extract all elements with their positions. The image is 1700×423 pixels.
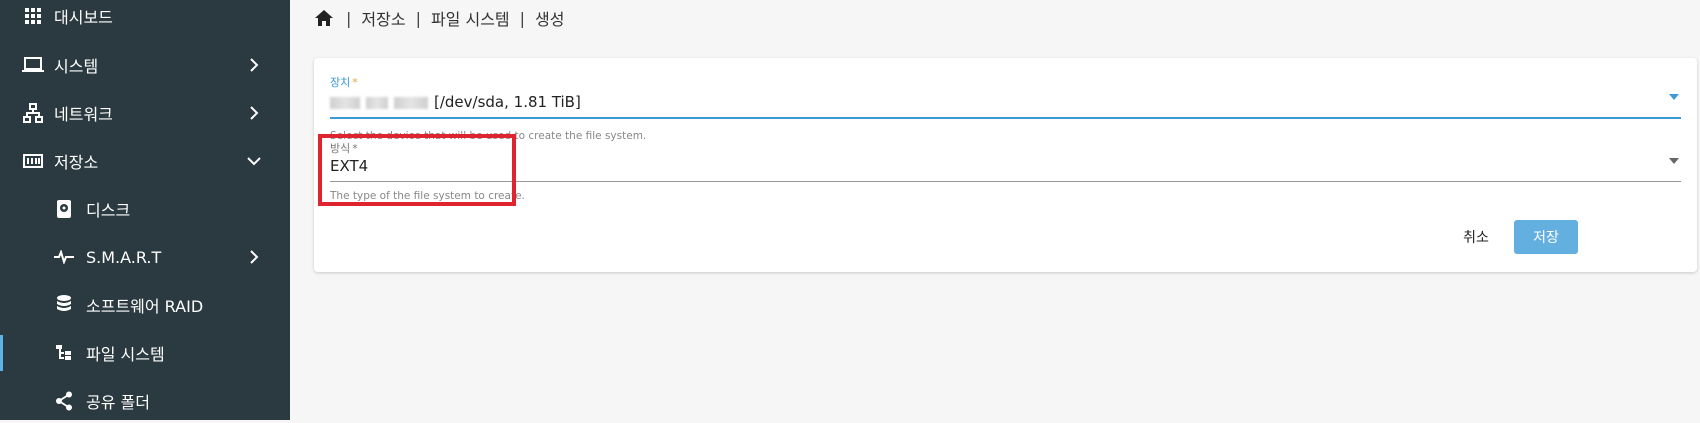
sidebar-item-label: 디스크 [86,201,131,220]
chevron-right-icon [244,55,264,75]
database-icon [53,294,75,316]
sidebar-item-label: 네트워크 [54,105,113,124]
sidebar-item-label: 저장소 [54,153,99,172]
pulse-icon [53,246,75,268]
chevron-right-icon [244,103,264,123]
cancel-button[interactable]: 취소 [1450,220,1502,254]
create-filesystem-form: 장치 * [/dev/sda, 1.81 TiB] Select the devi… [314,58,1697,272]
sidebar-item-storage[interactable]: 저장소 [0,139,290,183]
sidebar-item-disk[interactable]: 디스크 [0,187,290,231]
sidebar-item-label: 소프트웨어 RAID [86,297,204,316]
redacted-text [394,96,428,109]
type-select[interactable]: 방식 * EXT4 The type of the file system to … [330,140,1681,210]
storage-icon [22,150,44,172]
dropdown-caret-icon[interactable] [1669,158,1679,164]
breadcrumb-item-file-system[interactable]: 파일 시스템 [431,6,510,30]
sidebar-item-shared-folder[interactable]: 공유 폴더 [0,379,290,423]
laptop-icon [22,54,44,76]
disk-icon [53,198,75,220]
share-icon [53,390,75,412]
network-icon [22,102,44,124]
device-value: [/dev/sda, 1.81 TiB] [330,93,581,111]
breadcrumb-separator: | [346,8,352,28]
sidebar-item-smart[interactable]: S.M.A.R.T [0,235,290,279]
sidebar: 대시보드 시스템 네트워크 저장소 디스크 S.M.A.R.T 소프트웨어 RA… [0,0,290,420]
main-content: | 저장소 | 파일 시스템 | 생성 장치 * [/dev/sda, 1.81 … [290,0,1700,420]
chevron-right-icon [244,247,264,267]
device-select[interactable]: 장치 * [/dev/sda, 1.81 TiB] Select the devi… [330,74,1681,144]
save-button[interactable]: 저장 [1514,220,1578,254]
device-underline [330,117,1681,119]
breadcrumb-item-storage[interactable]: 저장소 [361,6,405,30]
dropdown-caret-icon[interactable] [1669,94,1679,100]
redacted-text [366,96,388,109]
breadcrumb-separator: | [519,8,526,28]
breadcrumb-item-create: 생성 [535,10,565,29]
annotation-highlight-box [318,134,516,206]
sidebar-item-label: S.M.A.R.T [86,247,162,267]
device-label: 장치 * [330,76,358,89]
type-underline [330,181,1681,182]
sidebar-item-label: 공유 폴더 [86,393,150,412]
sidebar-item-dashboard[interactable]: 대시보드 [0,0,290,38]
sidebar-item-label: 파일 시스템 [86,345,165,364]
sidebar-item-network[interactable]: 네트워크 [0,91,290,135]
breadcrumb-separator: | [415,8,421,28]
chevron-down-icon [244,151,264,171]
tree-icon [53,342,75,364]
breadcrumb: | 저장소 | 파일 시스템 | 생성 [314,4,564,32]
sidebar-item-system[interactable]: 시스템 [0,43,290,87]
sidebar-item-file-system[interactable]: 파일 시스템 [0,331,290,375]
sidebar-item-label: 시스템 [54,57,99,76]
redacted-text [330,96,360,109]
sidebar-item-software-raid[interactable]: 소프트웨어 RAID [0,283,290,327]
home-icon[interactable] [314,7,336,29]
grid-icon [22,5,44,27]
sidebar-item-label: 대시보드 [54,8,113,27]
